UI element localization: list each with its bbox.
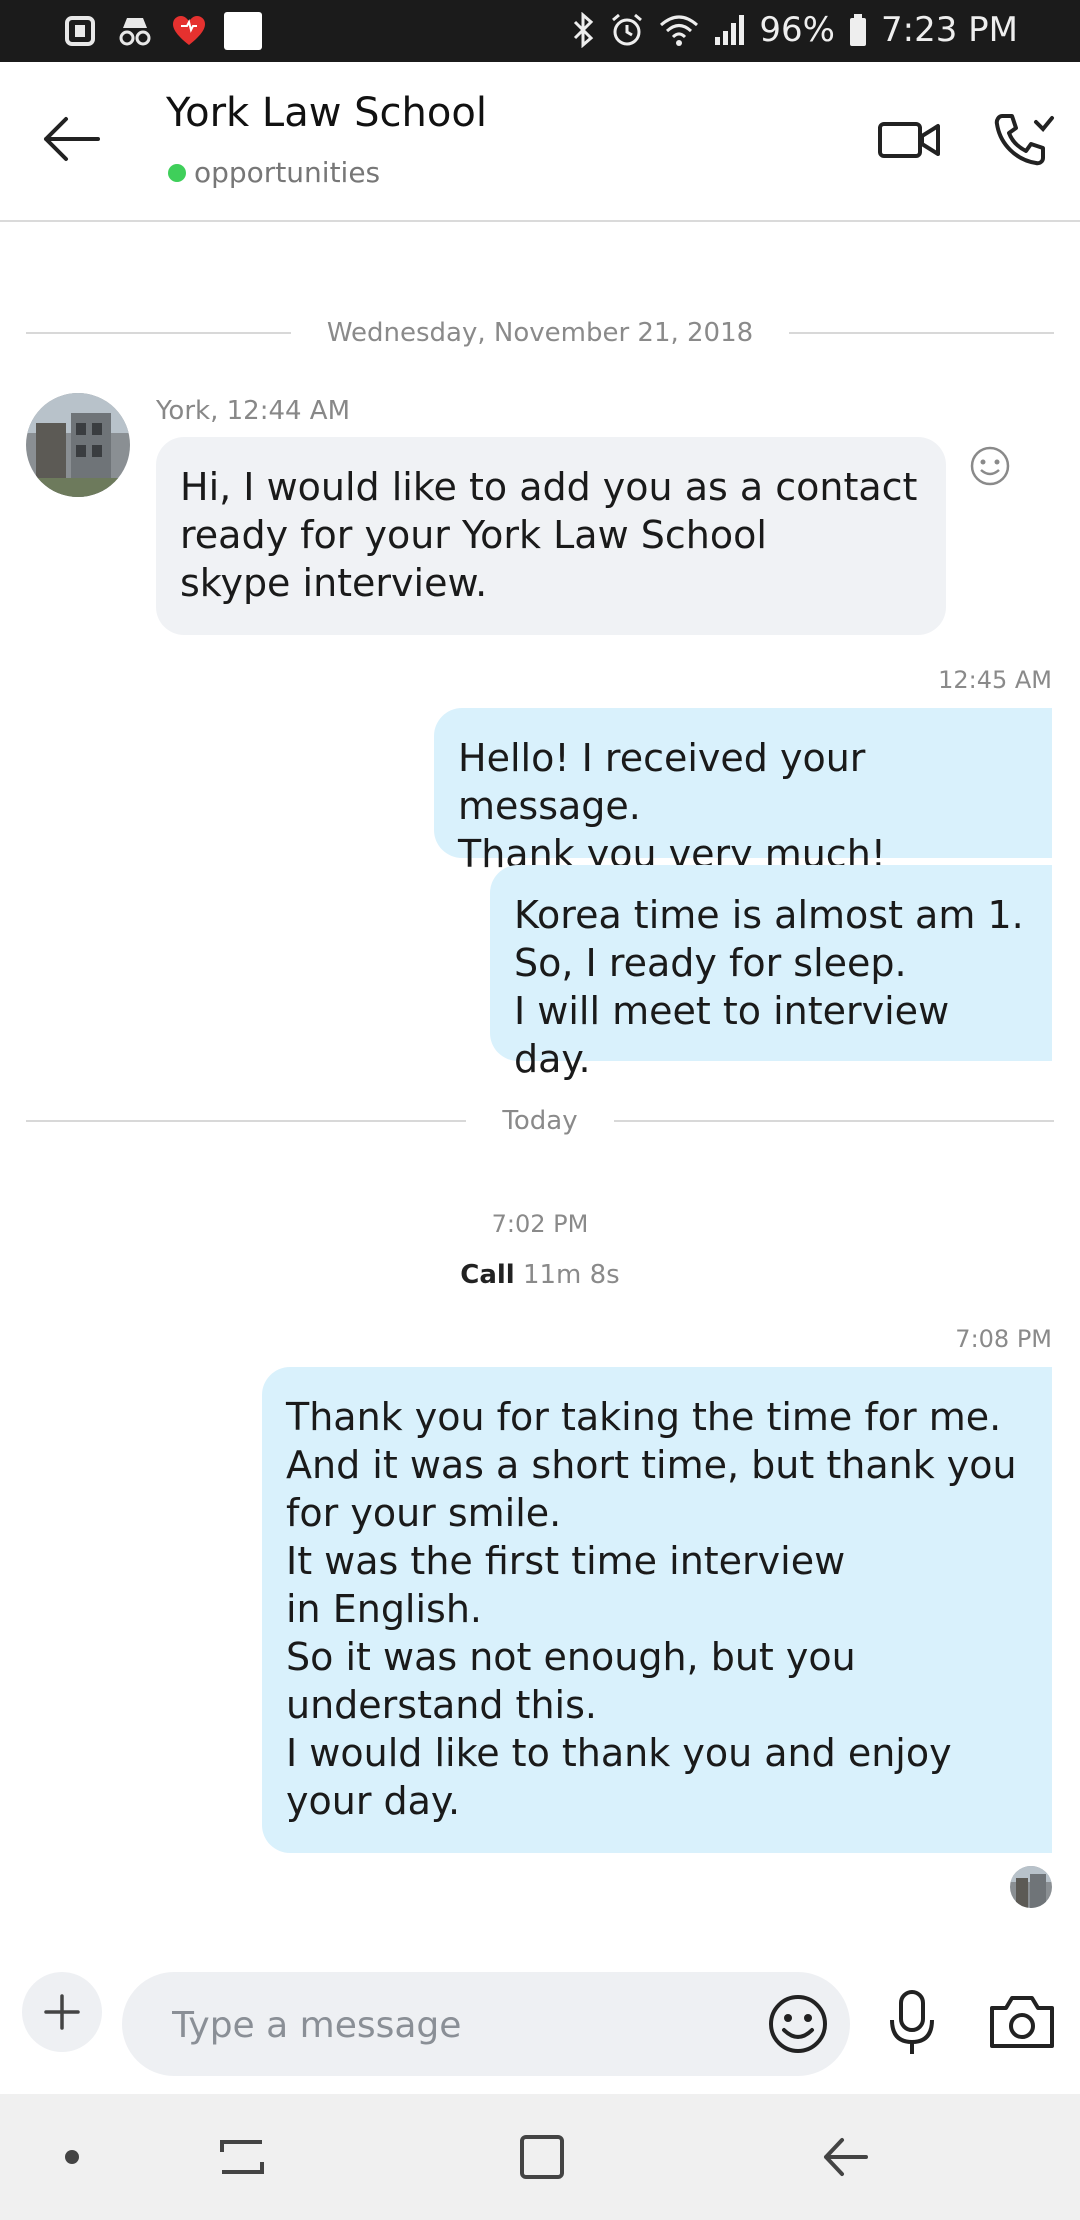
signal-icon [715,15,745,45]
camera-icon[interactable] [988,1994,1056,2050]
notification-icons [62,12,262,50]
status-bar: 96% 7:23 PM [0,0,1080,62]
plus-icon[interactable] [22,1972,102,2052]
app-notification-icon [224,12,262,50]
office-icon [62,12,100,50]
message-timestamp: 12:45 AM [938,666,1052,694]
bluetooth-icon [574,12,594,48]
outgoing-message-bubble[interactable]: Hello! I received your message. Thank yo… [434,708,1052,876]
dot-icon[interactable] [42,2132,102,2182]
home-icon[interactable] [512,2132,572,2182]
back-icon[interactable] [816,2132,876,2182]
call-log-entry[interactable]: Call 11m 8s [0,1260,1080,1290]
call-label: Call [460,1260,515,1290]
outgoing-message-bubble[interactable]: Korea time is almost am 1. So, I ready f… [490,865,1052,1081]
system-navigation-bar [0,2094,1080,2220]
incoming-message-bubble[interactable]: Hi, I would like to add you as a contact… [156,437,946,635]
message-composer [0,1950,1080,2094]
message-input-box[interactable] [122,1972,850,2076]
clock: 7:23 PM [881,10,1018,50]
contact-name[interactable]: York Law School [166,90,487,136]
date-separator: Wednesday, November 21, 2018 [26,313,1055,353]
contact-status: opportunities [168,156,380,189]
message-input[interactable] [170,1998,734,2052]
video-camera-icon[interactable] [876,110,942,170]
alarm-icon [612,13,643,46]
call-duration: 11m 8s [522,1260,620,1290]
health-heart-icon [170,12,208,50]
call-timestamp: 7:02 PM [491,1210,589,1238]
online-status-icon [168,163,186,182]
outgoing-message-bubble[interactable]: Thank you for taking the time for me. An… [262,1367,1052,1853]
date-separator: Today [26,1101,1055,1141]
arrow-left-icon[interactable] [40,112,104,166]
incognito-icon [116,12,154,50]
smiley-icon[interactable] [766,1992,830,2056]
chat-header: York Law School opportunities [0,62,1080,222]
message-timestamp: 7:08 PM [955,1325,1052,1353]
microphone-icon[interactable] [884,1990,940,2056]
smiley-reaction-icon[interactable] [968,444,1012,488]
phone-icon[interactable] [990,110,1056,170]
avatar[interactable] [26,393,130,497]
system-indicators: 96% 7:23 PM [571,10,1018,50]
read-receipt-avatar [1010,1866,1052,1908]
battery-icon [850,14,866,46]
sender-timestamp: York, 12:44 AM [156,396,351,426]
wifi-icon [660,15,699,46]
status-text: opportunities [194,156,381,189]
battery-percent: 96% [759,10,835,50]
recent-apps-icon[interactable] [212,2132,272,2182]
